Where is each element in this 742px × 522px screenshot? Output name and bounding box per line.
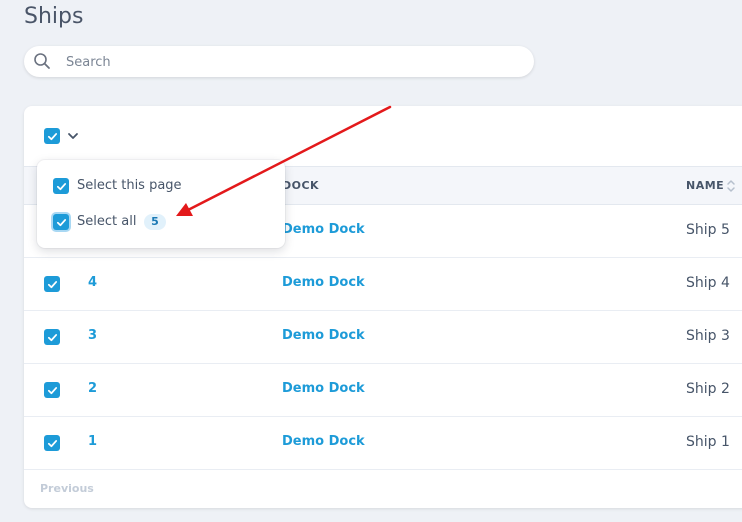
table-row: 1 Demo Dock Ship 1 xyxy=(24,416,742,470)
search-bar[interactable] xyxy=(24,46,534,79)
checkmark-icon xyxy=(47,386,57,394)
row-checkbox[interactable] xyxy=(44,276,60,292)
ship-name: Ship 1 xyxy=(686,434,730,450)
dock-link[interactable]: Demo Dock xyxy=(282,222,365,237)
checkmark-icon xyxy=(56,218,66,226)
ship-id-link[interactable]: 3 xyxy=(88,328,97,343)
ship-id-link[interactable]: 4 xyxy=(88,275,97,290)
select-all-label: Select all xyxy=(77,214,137,229)
search-icon xyxy=(34,53,50,69)
select-page-checkbox[interactable] xyxy=(53,178,69,194)
checkmark-icon xyxy=(47,333,57,341)
row-checkbox[interactable] xyxy=(44,329,60,345)
checkmark-icon xyxy=(56,182,66,190)
column-header-dock[interactable]: DOCK xyxy=(282,179,319,192)
select-page-label: Select this page xyxy=(77,178,182,193)
page-title: Ships xyxy=(24,4,84,29)
ship-id-link[interactable]: 1 xyxy=(88,434,97,449)
checkmark-icon xyxy=(47,280,57,288)
ship-name: Ship 2 xyxy=(686,381,730,397)
table-row: 4 Demo Dock Ship 4 xyxy=(24,257,742,311)
table-toolbar xyxy=(24,106,742,166)
bulk-select-menu: Select this page Select all 5 xyxy=(37,160,285,248)
select-all-records-checkbox[interactable] xyxy=(53,214,69,230)
ship-name: Ship 5 xyxy=(686,222,730,238)
table-row: 2 Demo Dock Ship 2 xyxy=(24,363,742,417)
dock-link[interactable]: Demo Dock xyxy=(282,275,365,290)
dock-link[interactable]: Demo Dock xyxy=(282,434,365,449)
ship-id-link[interactable]: 2 xyxy=(88,381,97,396)
pagination: Previous xyxy=(24,468,742,508)
chevron-down-icon[interactable] xyxy=(66,129,80,143)
row-checkbox[interactable] xyxy=(44,435,60,451)
column-header-name[interactable]: NAME xyxy=(686,179,724,192)
select-all-option[interactable]: Select all 5 xyxy=(37,204,285,240)
select-this-page-option[interactable]: Select this page xyxy=(37,168,285,204)
ship-name: Ship 3 xyxy=(686,328,730,344)
ship-name: Ship 4 xyxy=(686,275,730,291)
search-input[interactable] xyxy=(64,46,518,79)
select-all-checkbox[interactable] xyxy=(44,128,60,144)
sort-icon[interactable] xyxy=(726,178,736,194)
row-checkbox[interactable] xyxy=(44,382,60,398)
checkmark-icon xyxy=(47,132,57,140)
dock-link[interactable]: Demo Dock xyxy=(282,381,365,396)
previous-page-button[interactable]: Previous xyxy=(40,482,94,495)
table-row: 3 Demo Dock Ship 3 xyxy=(24,310,742,364)
checkmark-icon xyxy=(47,439,57,447)
dock-link[interactable]: Demo Dock xyxy=(282,328,365,343)
count-badge: 5 xyxy=(144,214,166,230)
